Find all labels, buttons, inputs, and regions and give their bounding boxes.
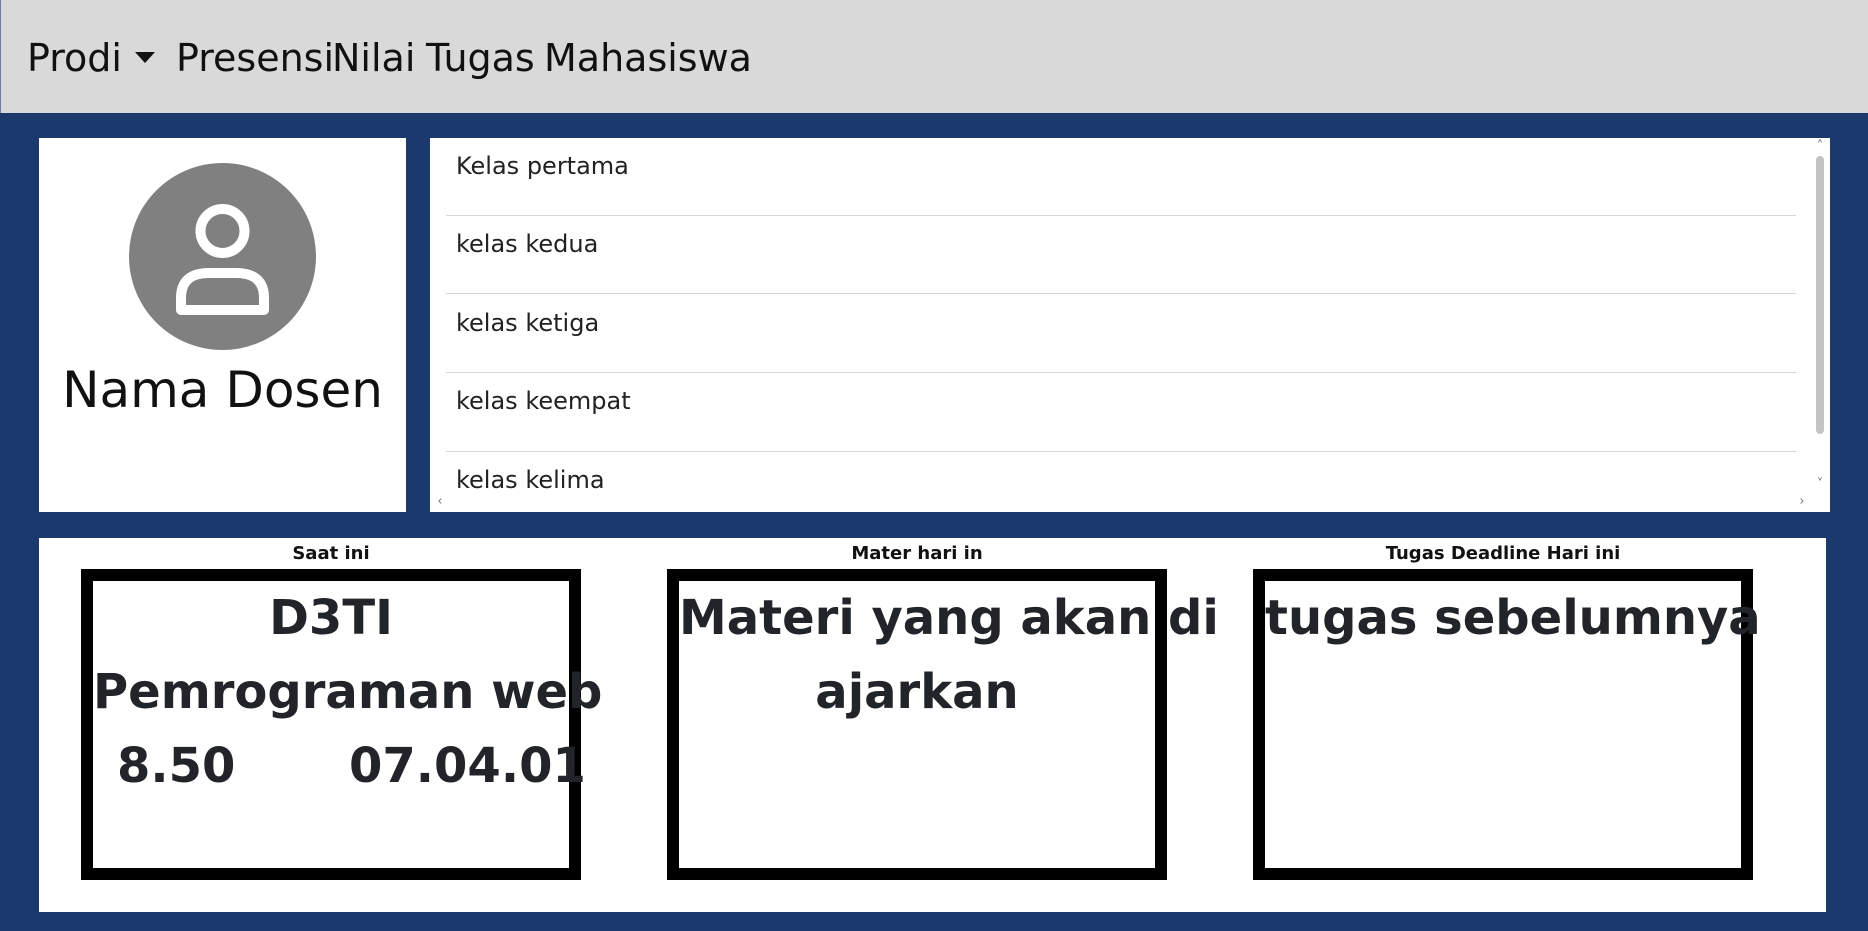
user-icon: [176, 204, 269, 315]
class-item-4[interactable]: kelas keempat: [446, 373, 1796, 451]
class-item-5[interactable]: kelas kelima: [446, 452, 1796, 512]
deadline-text: tugas sebelumnya: [1265, 590, 1761, 646]
material-line-1: Materi yang akan di: [679, 590, 1219, 646]
nav-tugas[interactable]: Tugas: [426, 36, 535, 80]
divider: [446, 293, 1796, 294]
vertical-scrollbar[interactable]: ˄ ˅: [1810, 138, 1830, 512]
deadline-card-title: Tugas Deadline Hari ini: [1385, 543, 1621, 564]
current-card-title: Saat ini: [292, 543, 370, 564]
scroll-down-icon[interactable]: ˅: [1810, 478, 1830, 492]
avatar: [129, 163, 316, 350]
nav-nilai[interactable]: Nilai: [332, 36, 415, 80]
class-item-2[interactable]: kelas kedua: [446, 216, 1796, 294]
info-panel: Saat ini D3TI Pemrograman web 8.50 07.04…: [39, 538, 1826, 912]
deadline-card: tugas sebelumnya: [1253, 569, 1761, 880]
material-line-2: ajarkan: [815, 664, 1019, 720]
time-text: 8.50: [117, 738, 236, 794]
class-item-1[interactable]: Kelas pertama: [446, 138, 1796, 216]
class-item-3[interactable]: kelas ketiga: [446, 295, 1796, 373]
caret-down-icon[interactable]: [135, 52, 155, 63]
course-text: Pemrograman web: [93, 664, 603, 720]
scroll-left-icon[interactable]: ‹: [430, 495, 450, 509]
room-text: 07.04.01: [349, 738, 586, 794]
scrollbar-thumb[interactable]: [1816, 156, 1824, 434]
dosen-name: Nama Dosen: [62, 361, 383, 419]
scroll-right-icon[interactable]: ›: [1792, 495, 1812, 509]
nav-presensi[interactable]: Presensi: [176, 36, 334, 80]
nav-mahasiswa[interactable]: Mahasiswa: [544, 36, 752, 80]
program-text: D3TI: [269, 590, 393, 646]
current-card: D3TI Pemrograman web 8.50 07.04.01: [81, 569, 603, 880]
material-card: Materi yang akan di ajarkan: [667, 569, 1219, 880]
top-navbar: Prodi Presensi Nilai Tugas Mahasiswa: [0, 0, 1868, 113]
class-list: Kelas pertama kelas kedua kelas ketiga k…: [430, 138, 1830, 512]
profile-card: Nama Dosen: [39, 138, 406, 512]
nav-prodi-dropdown[interactable]: Prodi: [27, 36, 122, 80]
material-card-title: Mater hari in: [851, 543, 983, 564]
scroll-up-icon[interactable]: ˄: [1810, 140, 1830, 154]
